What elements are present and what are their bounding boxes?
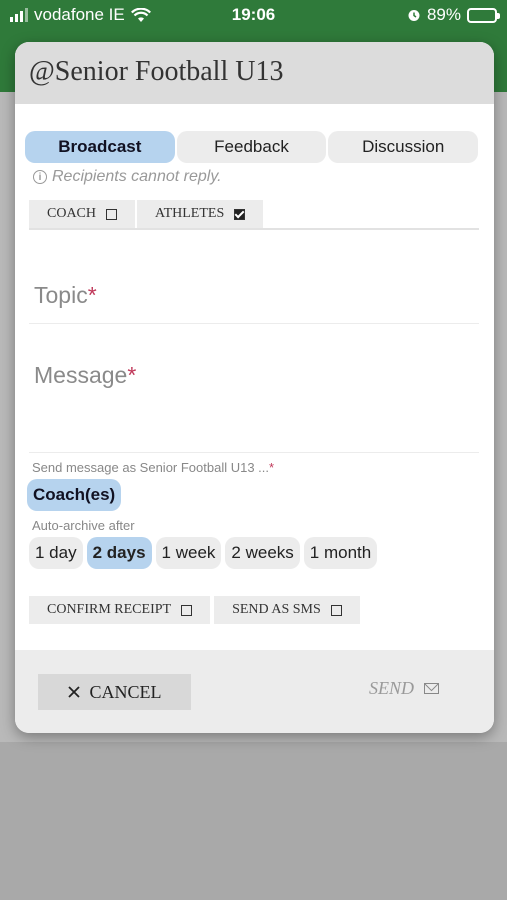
confirm-receipt-toggle[interactable]: CONFIRM RECEIPT [29,596,211,624]
info-text: Recipients cannot reply. [52,168,222,185]
status-right: 89% [407,5,500,25]
close-icon [67,686,80,698]
message-placeholder: Message [34,362,128,388]
status-bar: vodafone IE 19:06 89% [0,0,507,30]
cancel-label: CANCEL [89,681,162,702]
topic-field[interactable]: Topic* [29,282,479,324]
checkbox-unchecked-icon [330,604,342,616]
send-as-sms-label: SEND AS SMS [232,602,321,617]
send-as-sms-toggle[interactable]: SEND AS SMS [214,596,360,624]
tab-discussion[interactable]: Discussion [328,131,479,163]
archive-option-1-week[interactable]: 1 week [155,537,222,569]
dialog-header: @Senior Football U13 [15,42,494,104]
send-as-label-text: Send message as Senior Football U13 ... [32,460,270,475]
auto-archive-label: Auto-archive after [32,518,135,533]
coach-toggle[interactable]: COACH [29,200,136,228]
topic-placeholder: Topic [34,282,88,308]
confirm-receipt-label: CONFIRM RECEIPT [47,602,172,617]
archive-option-1-month[interactable]: 1 month [303,537,378,569]
message-field[interactable]: Message* [29,362,479,453]
info-note: i Recipients cannot reply. [33,168,222,186]
mail-icon [424,683,439,694]
archive-option-2-weeks[interactable]: 2 weeks [225,537,300,569]
send-label: SEND [369,678,414,698]
athletes-toggle-label: ATHLETES [155,206,225,221]
delivery-options: CONFIRM RECEIPT SEND AS SMS [29,596,360,624]
sender-select-chip[interactable]: Coach(es) [27,479,122,511]
battery-icon [467,7,500,23]
send-as-label: Send message as Senior Football U13 ...* [32,460,274,475]
compose-dialog: @Senior Football U13 Broadcast Feedback … [15,42,494,733]
checkbox-unchecked-icon [106,208,118,220]
tab-broadcast[interactable]: Broadcast [25,131,175,163]
tab-feedback[interactable]: Feedback [176,131,327,163]
dialog-title: @Senior Football U13 [29,56,284,87]
recipient-toggles: COACH ATHLETES [29,200,479,230]
archive-option-1-day[interactable]: 1 day [29,537,83,569]
dialog-footer: CANCEL SEND [15,650,494,733]
required-mark: * [127,362,137,388]
info-icon: i [33,170,47,184]
required-mark: * [87,282,97,308]
athletes-toggle[interactable]: ATHLETES [137,200,264,228]
auto-archive-options: 1 day 2 days 1 week 2 weeks 1 month [29,537,378,569]
battery-percent: 89% [426,5,461,24]
required-mark: * [269,460,275,475]
send-button[interactable]: SEND [369,678,439,699]
cancel-button[interactable]: CANCEL [38,674,191,710]
checkbox-unchecked-icon [181,604,193,616]
alarm-icon [408,10,420,21]
coach-toggle-label: COACH [47,206,97,221]
checkbox-checked-icon [234,208,246,220]
archive-option-2-days[interactable]: 2 days [86,537,152,569]
message-type-tabs: Broadcast Feedback Discussion [25,131,479,163]
